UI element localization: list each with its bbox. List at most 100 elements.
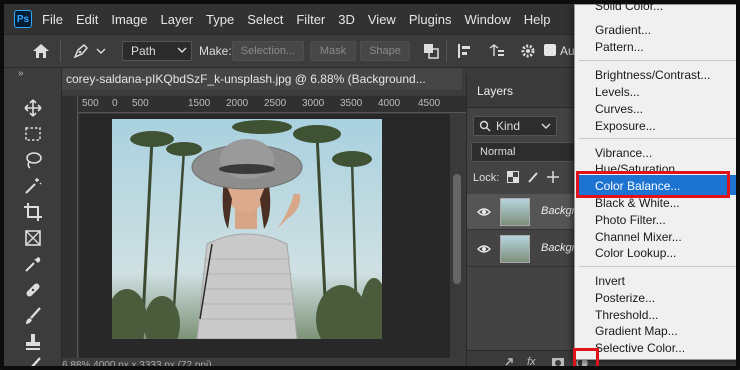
menu-item-brightness-contrast[interactable]: Brightness/Contrast...: [595, 68, 710, 82]
menu-item-channel-mixer[interactable]: Channel Mixer...: [595, 230, 682, 244]
status-bar: 6.88% 4000 px x 3333 px (72 ppi): [62, 358, 462, 366]
lock-row: Lock:: [473, 171, 559, 184]
tool-mode-value: Path: [131, 44, 156, 58]
menu-divider: [579, 266, 736, 267]
ruler-tick: 4000: [378, 98, 401, 109]
gear-icon[interactable]: [520, 43, 536, 59]
menu-item-gradient[interactable]: Gradient...: [595, 23, 651, 37]
divider: [446, 40, 447, 62]
crop-tool-icon[interactable]: [23, 202, 43, 222]
layer-filter-value: Kind: [496, 119, 521, 133]
menu-item-black-white[interactable]: Black & White...: [595, 196, 680, 210]
menu-view[interactable]: View: [368, 12, 396, 27]
menu-item-exposure[interactable]: Exposure...: [595, 119, 656, 133]
marquee-tool-icon[interactable]: [23, 124, 43, 144]
menu-item-pattern[interactable]: Pattern...: [595, 40, 644, 54]
menu-item-posterize[interactable]: Posterize...: [595, 291, 655, 305]
home-icon[interactable]: [32, 43, 50, 59]
path-arrangement-icon[interactable]: [488, 42, 506, 60]
eyedropper-tool-icon[interactable]: [23, 254, 43, 274]
vertical-ruler: [62, 96, 78, 358]
path-alignment-icon[interactable]: [456, 42, 474, 60]
menu-item-invert[interactable]: Invert: [595, 274, 625, 288]
menu-layer[interactable]: Layer: [161, 12, 194, 27]
menu-item-selective-color[interactable]: Selective Color...: [595, 341, 685, 355]
collapse-toolbar-icon[interactable]: »: [18, 68, 24, 79]
ruler-tick: 500: [132, 98, 149, 109]
lock-image-pixels-icon[interactable]: [527, 171, 539, 183]
history-brush-tool-icon[interactable]: [23, 356, 43, 370]
ruler-tick: 2000: [226, 98, 249, 109]
magic-wand-tool-icon[interactable]: [23, 176, 43, 196]
auto-add-delete-checkbox[interactable]: [544, 44, 556, 56]
ruler-tick: 1500: [188, 98, 211, 109]
frame-tool-icon[interactable]: [23, 228, 43, 248]
layer-row[interactable]: Backgro...: [467, 231, 591, 267]
mask-icon[interactable]: [551, 356, 565, 370]
menu-edit[interactable]: Edit: [76, 12, 98, 27]
link-icon[interactable]: [503, 356, 517, 370]
tools-panel: »: [4, 68, 62, 370]
menu-image[interactable]: Image: [111, 12, 147, 27]
menu-divider: [579, 60, 736, 61]
ruler-tick: 2500: [264, 98, 287, 109]
make-mask-button[interactable]: Mask: [310, 41, 356, 61]
layers-panel-footer: fx: [467, 350, 588, 370]
photoshop-window: Ps File Edit Image Layer Type Select Fil…: [0, 0, 740, 370]
menu-item-photo-filter[interactable]: Photo Filter...: [595, 213, 666, 227]
menu-item-color-lookup[interactable]: Color Lookup...: [595, 246, 676, 260]
menu-item-threshold[interactable]: Threshold...: [595, 308, 658, 322]
layer-row[interactable]: Backgro...: [467, 194, 591, 230]
photoshop-logo: Ps: [14, 10, 32, 28]
healing-brush-tool-icon[interactable]: [23, 280, 43, 300]
make-shape-button[interactable]: Shape: [360, 41, 410, 61]
menu-3d[interactable]: 3D: [338, 12, 355, 27]
make-selection-button[interactable]: Selection...: [232, 41, 304, 61]
menu-item-curves[interactable]: Curves...: [595, 102, 643, 116]
blend-mode-select[interactable]: Normal: [471, 142, 579, 162]
menu-plugins[interactable]: Plugins: [409, 12, 452, 27]
eye-icon[interactable]: [477, 242, 491, 256]
vertical-scrollbar[interactable]: [450, 114, 464, 358]
menu-item-vibrance[interactable]: Vibrance...: [595, 146, 652, 160]
annotation-highlight-box: [573, 348, 599, 366]
menu-item-gradient-map[interactable]: Gradient Map...: [595, 324, 678, 338]
annotation-highlight-box: [576, 171, 730, 198]
chevron-down-icon: [541, 123, 551, 129]
tool-mode-select[interactable]: Path: [122, 41, 192, 61]
clone-stamp-tool-icon[interactable]: [23, 332, 43, 352]
path-operations-icon[interactable]: [422, 42, 440, 60]
document-tab[interactable]: corey-saldana-pIKQbdSzF_k-unsplash.jpg @…: [62, 68, 462, 90]
layers-tab-bar: Layers: [467, 74, 582, 108]
ruler-tick: 3500: [340, 98, 363, 109]
lock-transparent-pixels-icon[interactable]: [507, 171, 519, 183]
horizontal-ruler: 500 0 500 1500 2000 2500 3000 3500 4000 …: [78, 96, 468, 113]
menu-select[interactable]: Select: [247, 12, 283, 27]
tab-layers[interactable]: Layers: [477, 84, 513, 98]
pen-tool-icon[interactable]: [72, 42, 90, 60]
document-image[interactable]: [112, 119, 382, 339]
lock-position-icon[interactable]: [547, 171, 559, 183]
menu-file[interactable]: File: [42, 12, 63, 27]
lasso-tool-icon[interactable]: [23, 150, 43, 170]
lock-label: Lock:: [473, 172, 500, 184]
menu-item-levels[interactable]: Levels...: [595, 85, 640, 99]
chevron-down-icon: [177, 47, 187, 53]
chevron-down-icon[interactable]: [96, 46, 106, 56]
eye-icon[interactable]: [477, 205, 491, 219]
woman-in-hat-photo: [112, 119, 382, 339]
menu-type[interactable]: Type: [206, 12, 234, 27]
menu-window[interactable]: Window: [464, 12, 510, 27]
menu-item-solid-color[interactable]: Solid Color...: [595, 4, 663, 13]
menu-help[interactable]: Help: [524, 12, 551, 27]
divider: [60, 40, 61, 62]
ruler-tick: 500: [82, 98, 99, 109]
ruler-tick: 0: [112, 98, 118, 109]
move-tool-icon[interactable]: [23, 98, 43, 118]
brush-tool-icon[interactable]: [23, 306, 43, 326]
fx-icon[interactable]: fx: [527, 356, 541, 366]
ruler-tick: 4500: [418, 98, 441, 109]
scrollbar-thumb[interactable]: [453, 174, 461, 284]
layer-filter-select[interactable]: Kind: [473, 116, 557, 136]
menu-filter[interactable]: Filter: [296, 12, 325, 27]
